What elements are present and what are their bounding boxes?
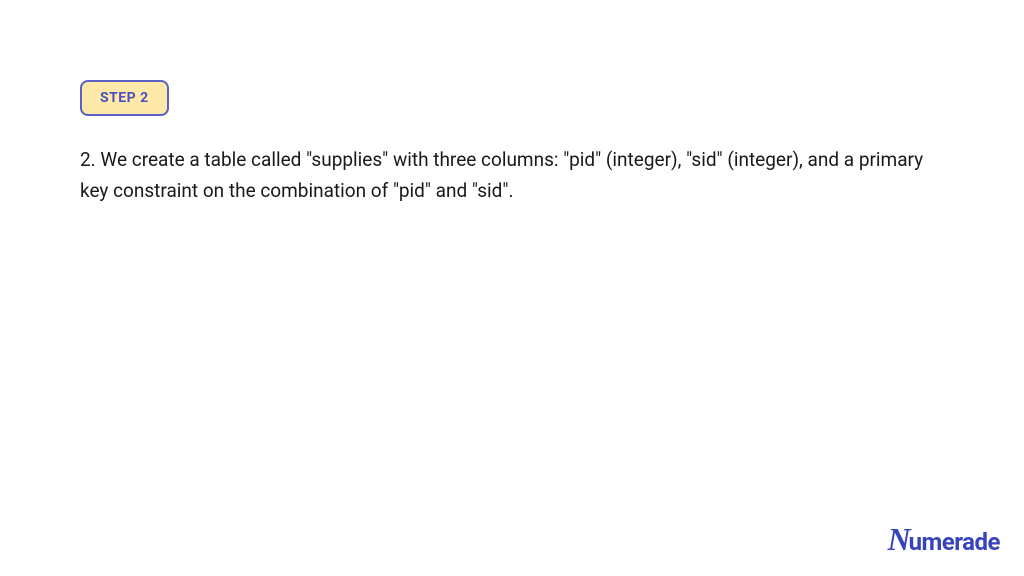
logo-wordmark: umerade — [909, 528, 1000, 556]
numerade-logo: Numerade — [887, 521, 1000, 558]
step-badge: STEP 2 — [80, 80, 169, 116]
step-description: 2. We create a table called "supplies" w… — [80, 144, 944, 207]
logo-script-letter: N — [887, 521, 910, 558]
